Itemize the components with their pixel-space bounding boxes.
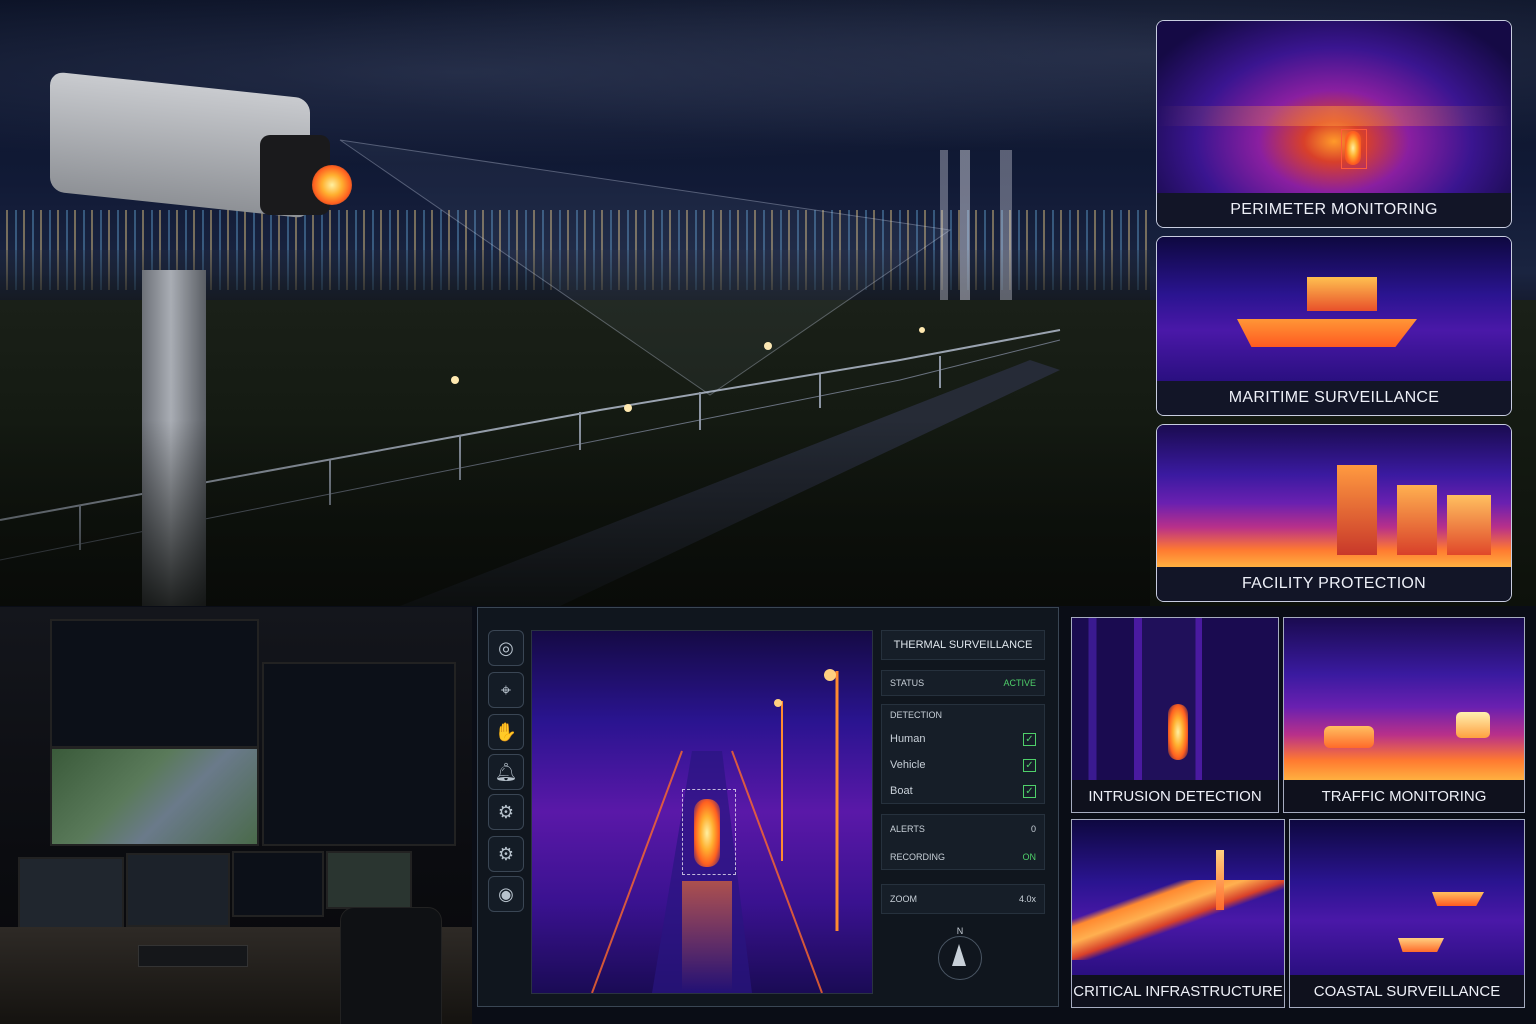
- settings-icon[interactable]: ⚙: [488, 794, 524, 830]
- recording-status: ON: [1022, 852, 1037, 862]
- tile-label: CRITICAL INFRASTRUCTURE: [1072, 975, 1284, 1007]
- alerts-row: ALERTS 0: [890, 824, 1036, 834]
- keyboard: [138, 945, 248, 967]
- target-icon[interactable]: ◉: [488, 876, 524, 912]
- thermal-ui-panel: ◎ ⌖ ✋ 🔔︎ ⚙ ⚙ ◉ THERMAL SURVEILLANCE STAT…: [477, 607, 1059, 1007]
- tile-facility-protection[interactable]: FACILITY PROTECTION: [1156, 424, 1512, 602]
- desk-monitor-2: [126, 853, 230, 927]
- detection-human[interactable]: Human ✓: [882, 727, 1044, 751]
- detection-vehicle[interactable]: Vehicle ✓: [882, 753, 1044, 777]
- checkbox-boat[interactable]: ✓: [1023, 784, 1036, 798]
- tile-critical-infrastructure[interactable]: CRITICAL INFRASTRUCTURE: [1071, 819, 1285, 1008]
- tile-label: TRAFFIC MONITORING: [1284, 780, 1524, 812]
- gear-icon[interactable]: ⚙: [488, 836, 524, 872]
- detection-boat[interactable]: Boat ✓: [882, 779, 1044, 803]
- checkbox-vehicle[interactable]: ✓: [1023, 758, 1036, 772]
- camera-icon[interactable]: ◎: [488, 630, 524, 666]
- detection-label: DETECTION: [890, 710, 943, 720]
- tile-label: PERIMETER MONITORING: [1157, 193, 1511, 227]
- panel-title: THERMAL SURVEILLANCE: [881, 630, 1045, 660]
- wall-monitor-1: [50, 619, 259, 748]
- office-chair: [340, 907, 442, 1024]
- compass: N: [936, 926, 984, 980]
- detection-group: DETECTION Human ✓ Vehicle ✓ Boat ✓: [881, 704, 1045, 804]
- control-room: [0, 607, 472, 1024]
- tile-label: INTRUSION DETECTION: [1072, 780, 1278, 812]
- desk-monitor-1: [18, 857, 124, 929]
- tile-coastal-surveillance[interactable]: COASTAL SURVEILLANCE: [1289, 819, 1525, 1008]
- tile-traffic-monitoring[interactable]: TRAFFIC MONITORING: [1283, 617, 1525, 813]
- detected-person: [694, 799, 720, 867]
- person-figure: [1168, 704, 1188, 760]
- bell-icon[interactable]: 🔔︎: [488, 754, 524, 790]
- recording-row[interactable]: RECORDING ON: [882, 845, 1044, 869]
- zoom-value: 4.0x: [1018, 894, 1036, 904]
- thermal-video-feed[interactable]: [531, 630, 873, 994]
- tile-label: COASTAL SURVEILLANCE: [1290, 975, 1524, 1007]
- wall-monitor-2: [262, 662, 456, 846]
- pan-icon[interactable]: ✋: [488, 714, 524, 750]
- security-camera: [50, 71, 352, 225]
- status-value: ACTIVE: [1003, 678, 1036, 688]
- tile-label: MARITIME SURVEILLANCE: [1157, 381, 1511, 415]
- compass-north-label: N: [956, 926, 964, 936]
- checkbox-human[interactable]: ✓: [1023, 732, 1036, 746]
- desk-monitor-4: [326, 851, 412, 909]
- tile-intrusion-detection[interactable]: INTRUSION DETECTION: [1071, 617, 1279, 813]
- tile-label: FACILITY PROTECTION: [1157, 567, 1511, 601]
- crosshair-icon[interactable]: ⌖: [488, 672, 524, 708]
- map-monitor: [50, 747, 259, 846]
- tile-perimeter-monitoring[interactable]: PERIMETER MONITORING: [1156, 20, 1512, 228]
- desk-monitor-3: [232, 851, 324, 917]
- zoom-row[interactable]: ZOOM 4.0x: [882, 887, 1044, 911]
- alerts-count: 0: [1030, 824, 1036, 834]
- status-label: STATUS: [890, 678, 925, 688]
- tile-maritime-surveillance[interactable]: MARITIME SURVEILLANCE: [1156, 236, 1512, 416]
- compass-needle-icon: [952, 944, 966, 966]
